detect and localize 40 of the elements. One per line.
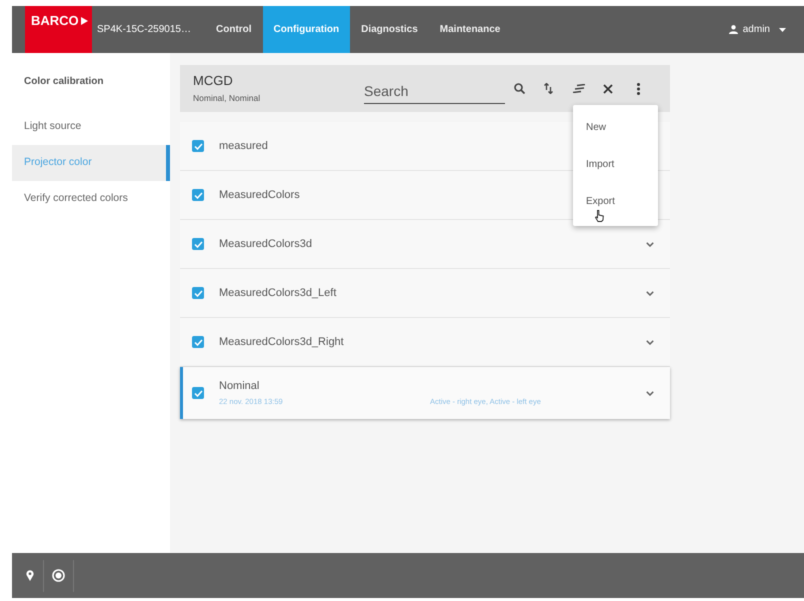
ring-icon[interactable]	[52, 569, 65, 582]
checkbox[interactable]	[192, 387, 204, 399]
nav-tab[interactable]: Maintenance	[428, 6, 512, 53]
chevron-down-icon[interactable]	[646, 290, 654, 296]
sidebar-heading: Color calibration	[24, 74, 104, 88]
search-icon[interactable]	[514, 83, 524, 94]
more-vertical-icon[interactable]	[637, 82, 640, 94]
device-name: SP4K-15C-259015…	[97, 24, 191, 35]
sort-arrows-icon[interactable]	[544, 83, 553, 94]
chevron-down-icon[interactable]	[646, 242, 654, 246]
row-name: measured	[219, 140, 268, 152]
user-menu-button[interactable]: admin	[728, 6, 786, 53]
close-icon[interactable]	[602, 84, 612, 94]
caret-down-icon	[779, 28, 786, 32]
hand-cursor-icon	[595, 210, 604, 222]
checkbox[interactable]	[192, 140, 204, 152]
search-field[interactable]: Search	[364, 74, 505, 104]
nav-tab[interactable]: Control	[205, 6, 263, 53]
checkbox[interactable]	[192, 336, 204, 348]
sidebar-item[interactable]: Verify corrected colors	[12, 181, 170, 217]
panel-title: MCGD	[193, 73, 233, 88]
chevron-down-icon[interactable]	[646, 390, 654, 396]
row-name: MeasuredColors3d	[219, 238, 312, 250]
user-icon	[728, 25, 738, 34]
row-name: MeasuredColors3d_Left	[219, 286, 336, 300]
checkbox[interactable]	[192, 287, 204, 299]
chevron-down-icon[interactable]	[646, 340, 654, 344]
row-name: MeasuredColors	[219, 188, 300, 202]
nav-tab[interactable]: Diagnostics	[350, 6, 429, 53]
panel-subtitle: Nominal, Nominal	[193, 93, 260, 104]
logo-text: BARCO	[31, 14, 79, 28]
checkbox[interactable]	[192, 189, 204, 201]
triangle-logo-icon	[80, 17, 88, 25]
sidebar-item[interactable]: Light source	[12, 109, 170, 145]
location-pin-icon[interactable]	[26, 570, 34, 581]
row-name: Nominal	[219, 380, 260, 393]
row-name: MeasuredColors3d_Right	[219, 336, 344, 348]
lines-icon[interactable]	[573, 84, 585, 93]
checkbox[interactable]	[192, 238, 204, 250]
menu-item[interactable]: Export	[573, 183, 658, 220]
